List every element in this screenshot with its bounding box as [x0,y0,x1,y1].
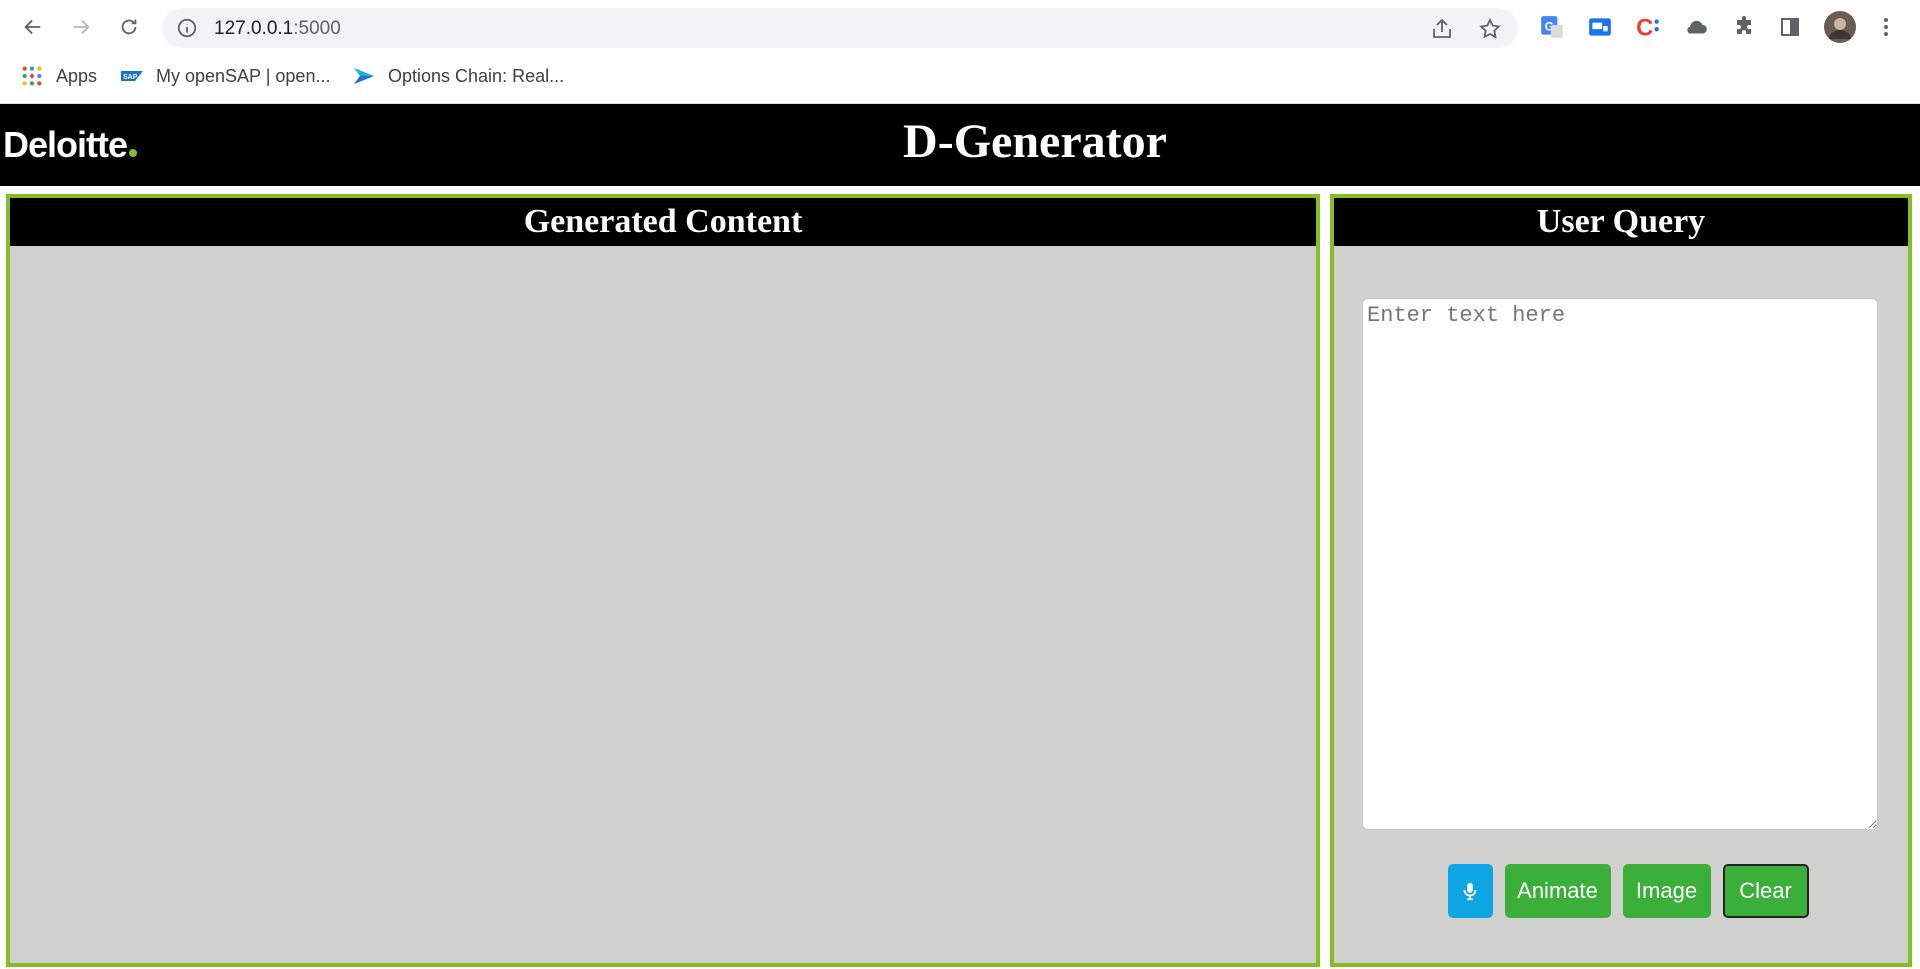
forward-icon[interactable] [64,10,98,44]
bookmark-label: Apps [56,65,98,86]
svg-text:C: C [1636,15,1653,40]
info-icon[interactable] [176,17,198,39]
bookmark-label: Options Chain: Real... [388,65,565,86]
back-icon[interactable] [16,10,50,44]
clear-button[interactable]: Clear [1722,864,1809,918]
microphone-button[interactable] [1447,864,1493,918]
query-textarea[interactable] [1362,298,1878,830]
user-query-title: User Query [1334,198,1908,246]
menu-kebab-icon[interactable] [1872,13,1900,41]
page-title: D-Generator [903,115,1167,168]
apps-grid-icon [20,64,44,88]
bookmark-star-icon[interactable] [1478,17,1502,41]
image-button[interactable]: Image [1622,864,1711,918]
c-extension-icon[interactable]: C [1634,13,1662,41]
svg-text:SAP: SAP [123,74,138,81]
address-bar[interactable]: 127.0.0.1:5000 [162,8,1518,48]
user-query-panel: User Query Animate Image Clear [1330,194,1912,967]
google-translate-extension-icon[interactable]: G [1538,13,1566,41]
share-icon[interactable] [1430,17,1454,41]
reload-icon[interactable] [112,10,146,44]
microphone-icon [1463,882,1477,901]
generated-content-title: Generated Content [10,198,1316,246]
puzzle-extensions-icon[interactable] [1730,13,1758,41]
bookmarks-bar: Apps SAP My openSAP | open... Options Ch… [0,56,1920,104]
bookmark-options-chain[interactable]: Options Chain: Real... [352,56,564,96]
bookmark-opensap[interactable]: SAP My openSAP | open... [120,56,330,96]
animate-button[interactable]: Animate [1504,864,1611,918]
action-buttons: Animate Image Clear [1334,864,1908,918]
side-panel-icon[interactable] [1776,13,1804,41]
sap-logo-icon: SAP [120,64,144,88]
screen-extension-icon[interactable] [1586,13,1614,41]
cloud-extension-icon[interactable] [1682,13,1710,41]
page: Deloitte D-Generator Generated Content U… [0,104,1920,969]
url-text: 127.0.0.1:5000 [214,18,341,39]
bookmark-label: My openSAP | open... [156,65,331,86]
app-header: Deloitte D-Generator [0,104,1920,186]
generated-content-panel: Generated Content [6,194,1320,967]
options-chain-logo-icon [352,64,376,88]
bookmark-apps[interactable]: Apps [20,56,97,96]
profile-avatar[interactable] [1824,11,1856,43]
browser-toolbar: 127.0.0.1:5000 G C [0,0,1920,56]
